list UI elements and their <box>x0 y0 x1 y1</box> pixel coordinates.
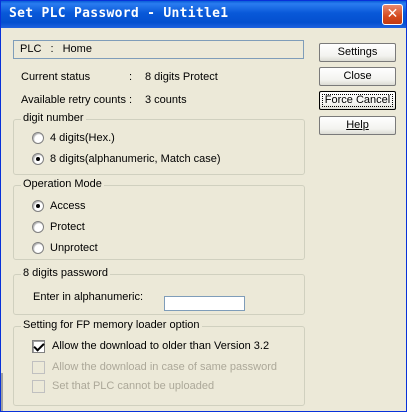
help-button[interactable]: Help <box>319 116 396 135</box>
retry-count-colon: : <box>129 94 133 106</box>
dialog-window: Set PLC Password - Untitle1 ✕ PLC : Home… <box>0 0 407 412</box>
current-status-label: Current status <box>21 71 91 83</box>
current-status-colon: : <box>129 71 133 83</box>
checkbox-allow-older-download-label: Allow the download to older than Version… <box>52 340 270 352</box>
checkbox-icon <box>32 380 45 393</box>
password-group: 8 digits password Enter in alphanumeric: <box>13 267 305 315</box>
radio-4-digits-label: 4 digits(Hex.) <box>50 132 115 144</box>
window-edge-divider <box>1 373 3 411</box>
force-cancel-button[interactable]: Force Cancel <box>319 91 396 110</box>
password-input[interactable] <box>164 296 245 311</box>
close-button[interactable]: Close <box>319 67 396 86</box>
radio-button-icon[interactable] <box>32 242 44 254</box>
radio-button-icon[interactable] <box>32 132 44 144</box>
dialog-content: PLC : Home Current status : 8 digits Pro… <box>1 28 406 411</box>
window-title: Set PLC Password - Untitle1 <box>9 6 229 21</box>
plc-field: PLC : Home <box>13 40 304 59</box>
checkbox-cannot-upload-label: Set that PLC cannot be uploaded <box>52 380 215 392</box>
current-status-value: 8 digits Protect <box>145 71 218 83</box>
radio-8-digits-label: 8 digits(alphanumeric, Match case) <box>50 153 221 165</box>
plc-value: Home <box>62 43 92 55</box>
loader-option-group: Setting for FP memory loader option Allo… <box>13 319 305 406</box>
checkbox-allow-same-password-label: Allow the download in case of same passw… <box>52 361 278 373</box>
checkbox-checked-icon[interactable] <box>32 340 45 353</box>
radio-button-icon[interactable] <box>32 153 44 165</box>
radio-unprotect-label: Unprotect <box>50 242 98 254</box>
retry-count-value: 3 counts <box>145 94 187 106</box>
radio-button-icon[interactable] <box>32 221 44 233</box>
retry-count-label: Available retry counts <box>21 94 126 106</box>
loader-option-title: Setting for FP memory loader option <box>21 319 202 331</box>
radio-access-label: Access <box>50 200 86 212</box>
plc-label: PLC <box>20 43 42 55</box>
digit-number-title: digit number <box>21 112 86 124</box>
operation-mode-title: Operation Mode <box>21 178 104 190</box>
radio-button-icon[interactable] <box>32 200 44 212</box>
plc-separator: : <box>50 43 54 55</box>
password-field-label: Enter in alphanumeric: <box>33 291 144 303</box>
title-bar[interactable]: Set PLC Password - Untitle1 ✕ <box>1 1 406 28</box>
operation-mode-group: Operation Mode Access Protect Unprotect <box>13 178 305 260</box>
password-group-title: 8 digits password <box>21 267 110 279</box>
digit-number-group: digit number 4 digits(Hex.) 8 digits(alp… <box>13 112 305 175</box>
close-window-icon[interactable]: ✕ <box>382 4 403 25</box>
settings-button[interactable]: Settings <box>319 43 396 62</box>
radio-protect-label: Protect <box>50 221 85 233</box>
checkbox-icon <box>32 361 45 374</box>
